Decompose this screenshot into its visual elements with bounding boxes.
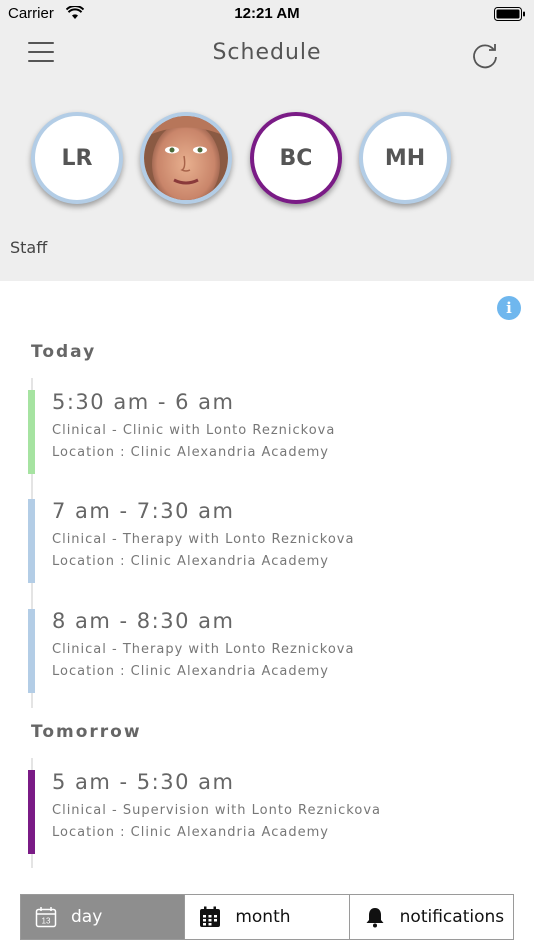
- tab-label: notifications: [399, 907, 505, 927]
- clock: 12:21 AM: [234, 5, 300, 22]
- page-title: Schedule: [212, 40, 322, 65]
- event-time: 5 am - 5:30 am: [52, 770, 235, 794]
- event-description: Clinical - Therapy with Lonto Reznickova: [52, 532, 355, 547]
- staff-avatar-lr[interactable]: LR: [31, 112, 123, 204]
- event-description: Clinical - Therapy with Lonto Reznickova: [52, 642, 355, 657]
- calendar-day-icon: 13: [35, 907, 57, 928]
- event-location: Location : Clinic Alexandria Academy: [52, 554, 329, 569]
- tab-notifications[interactable]: notifications: [349, 895, 513, 939]
- event-color-bar: [28, 499, 35, 583]
- avatar-initials: BC: [279, 145, 313, 171]
- avatar-photo-image: [144, 116, 228, 200]
- tab-label: month: [235, 907, 291, 927]
- staff-avatars: LR BC MH: [0, 112, 534, 208]
- event-item[interactable]: 5:30 am - 6 am Clinical - Clinic with Lo…: [28, 390, 508, 474]
- event-time: 8 am - 8:30 am: [52, 609, 235, 633]
- tab-month[interactable]: month: [185, 895, 350, 939]
- event-time: 5:30 am - 6 am: [52, 390, 235, 414]
- staff-avatar-mh[interactable]: MH: [359, 112, 451, 204]
- event-location: Location : Clinic Alexandria Academy: [52, 825, 329, 840]
- event-location: Location : Clinic Alexandria Academy: [52, 445, 329, 460]
- status-bar: Carrier 12:21 AM: [0, 0, 534, 28]
- info-icon[interactable]: i: [497, 296, 521, 320]
- event-location: Location : Clinic Alexandria Academy: [52, 664, 329, 679]
- staff-label: Staff: [10, 238, 48, 257]
- event-item[interactable]: 8 am - 8:30 am Clinical - Therapy with L…: [28, 609, 508, 693]
- event-item[interactable]: 7 am - 7:30 am Clinical - Therapy with L…: [28, 499, 508, 583]
- event-color-bar: [28, 609, 35, 693]
- staff-avatar-bc[interactable]: BC: [250, 112, 342, 204]
- bottom-tab-bar: 13 day month notifications: [20, 894, 514, 940]
- nav-bar: Schedule: [0, 28, 534, 80]
- staff-avatar-photo[interactable]: [140, 112, 232, 204]
- avatar-initials: MH: [384, 145, 426, 171]
- refresh-icon[interactable]: [470, 40, 500, 70]
- tab-day[interactable]: 13 day: [21, 895, 186, 939]
- calendar-month-icon: [200, 906, 221, 927]
- event-description: Clinical - Clinic with Lonto Reznickova: [52, 423, 336, 438]
- calendar-day-number: 13: [42, 917, 51, 926]
- event-time: 7 am - 7:30 am: [52, 499, 235, 523]
- avatar-initials: LR: [61, 145, 93, 171]
- event-description: Clinical - Supervision with Lonto Reznic…: [52, 803, 381, 818]
- header-area: Carrier 12:21 AM Schedule LR BC MH Staff: [0, 0, 534, 281]
- bell-icon: [366, 908, 384, 928]
- section-tomorrow: Tomorrow: [31, 722, 142, 742]
- event-color-bar: [28, 770, 35, 854]
- tab-label: day: [71, 907, 103, 927]
- battery-icon: [494, 7, 525, 21]
- event-color-bar: [28, 390, 35, 474]
- section-today: Today: [31, 342, 97, 362]
- event-item[interactable]: 5 am - 5:30 am Clinical - Supervision wi…: [28, 770, 508, 854]
